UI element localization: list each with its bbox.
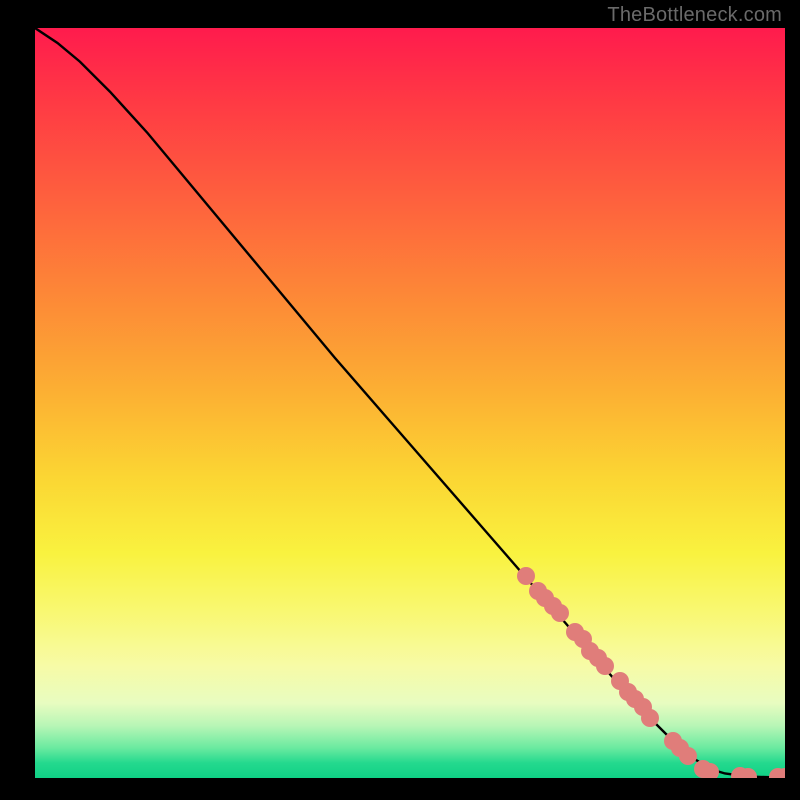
chart-curve (35, 28, 785, 777)
data-dot (679, 747, 697, 765)
data-dot (596, 657, 614, 675)
data-dot (517, 567, 535, 585)
attribution-text: TheBottleneck.com (607, 4, 782, 27)
data-dot (641, 709, 659, 727)
chart-stage: TheBottleneck.com (0, 0, 800, 800)
data-dot (551, 604, 569, 622)
curve-layer (35, 28, 785, 778)
data-dot (701, 763, 719, 778)
plot-area (35, 28, 785, 778)
